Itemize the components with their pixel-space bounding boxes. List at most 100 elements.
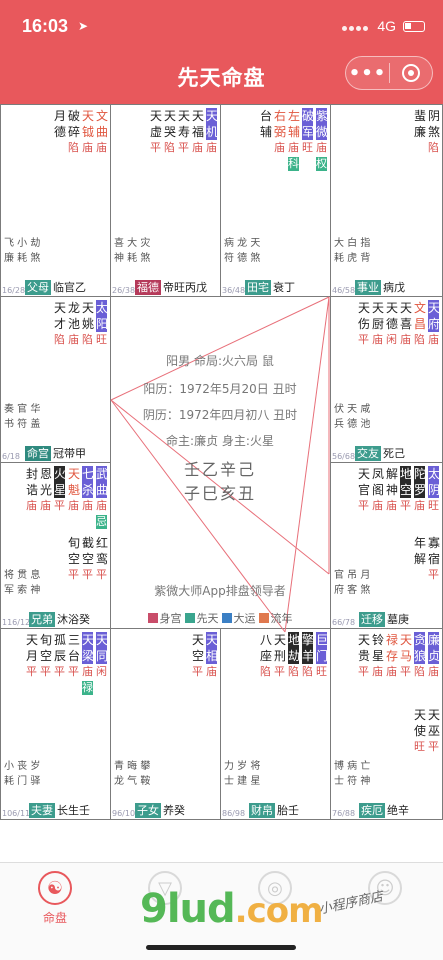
star[interactable]: 恩光庙 <box>40 466 52 529</box>
star[interactable]: 天姚陷 <box>82 300 94 347</box>
star[interactable]: 火星平 <box>54 466 66 529</box>
star[interactable]: 天府庙 <box>428 300 440 347</box>
star[interactable]: 天巫平 <box>428 707 440 754</box>
star[interactable]: 太阳旺 <box>96 300 108 347</box>
star[interactable]: 台辅 <box>260 108 272 171</box>
star[interactable]: 陀罗庙 <box>414 466 426 513</box>
star[interactable]: 天虚平 <box>150 108 162 155</box>
star[interactable]: 廉贞庙 <box>428 632 440 679</box>
star[interactable]: 蜚廉 <box>414 108 426 155</box>
star[interactable]: 文昌陷 <box>414 300 426 347</box>
star[interactable]: 禄存庙 <box>386 632 398 679</box>
star[interactable]: 天月平 <box>26 632 38 695</box>
star[interactable]: 天福庙 <box>192 108 204 155</box>
star[interactable]: 天德闲 <box>386 300 398 347</box>
palace-cell[interactable]: 天同闲天梁庙禄三台平孤辰平旬空平天月平小 丧 岁耗 门 驿 106/118 夫妻 长生… <box>0 628 111 820</box>
home-indicator[interactable] <box>146 945 296 950</box>
star[interactable]: 天喜庙 <box>400 300 412 347</box>
spirit-row: 官 吊 月 <box>334 570 371 581</box>
star[interactable]: 寡宿平 <box>428 535 440 582</box>
star[interactable]: 地空平 <box>400 466 412 513</box>
palace-label[interactable]: 福德 帝旺丙戊 <box>135 280 207 295</box>
tab-chart[interactable]: ☯ 命盘 <box>20 871 90 926</box>
palace-label[interactable]: 迁移 墓庚 <box>359 612 409 627</box>
star[interactable]: 孤辰平 <box>54 632 66 695</box>
star[interactable]: 截空平 <box>82 535 94 582</box>
star[interactable]: 文曲庙 <box>96 108 108 155</box>
star[interactable]: 解神庙 <box>386 466 398 513</box>
star[interactable]: 天机庙 <box>206 108 218 155</box>
star[interactable]: 旬空平 <box>68 535 80 582</box>
star[interactable]: 紫微庙权 <box>316 108 328 171</box>
star[interactable]: 右弼庙 <box>274 108 286 171</box>
star[interactable]: 凤阁庙 <box>372 466 384 513</box>
star[interactable]: 天使旺 <box>414 707 426 754</box>
star[interactable]: 天空平 <box>192 632 204 679</box>
star[interactable]: 天厨庙 <box>372 300 384 347</box>
chart-legend: 身宫 先天 大运 流年 <box>111 610 329 626</box>
star[interactable]: 天伤平 <box>358 300 370 347</box>
star[interactable]: 破碎陷 <box>68 108 80 155</box>
star[interactable]: 太阴旺 <box>428 466 440 513</box>
star[interactable]: 擎羊陷 <box>302 632 314 679</box>
palace-cell[interactable]: 武曲庙忌七杀庙天魁庙火星平恩光庙封诰庙红鸾平截空平旬空平将 贯 息军 索 神 11… <box>0 462 111 629</box>
star[interactable]: 天刑平 <box>274 632 286 679</box>
palace-cell[interactable]: 天府庙文昌陷天喜庙天德闲天厨庙天伤平伏 天 咸兵 德 池 56/68 交友 死己 <box>330 296 443 463</box>
star[interactable]: 天马平 <box>400 632 412 679</box>
star[interactable]: 破军旺 <box>302 108 314 171</box>
legend-item[interactable]: 身宫 <box>147 610 182 626</box>
palace-cell[interactable]: 阴煞陷蜚廉大 白 指耗 虎 背 46/58 事业 病戊 <box>330 104 443 297</box>
star[interactable]: 巨门旺 <box>316 632 328 679</box>
star-name: 地劫 <box>288 632 301 664</box>
palace-label[interactable]: 疾厄 绝辛 <box>359 803 409 818</box>
palace-label[interactable]: 交友 死己 <box>355 446 405 461</box>
palace-label[interactable]: 子女 养癸 <box>135 803 185 818</box>
star[interactable]: 武曲庙忌 <box>96 466 108 529</box>
palace-cell[interactable]: 廉贞庙贪狼陷天马平禄存庙铃星庙天贵平天巫平天使旺博 病 亡士 符 神 76/88 疾… <box>330 628 443 820</box>
legend-item[interactable]: 大运 <box>221 610 256 626</box>
more-button[interactable]: ••• <box>346 63 389 84</box>
star[interactable]: 天相庙 <box>206 632 218 679</box>
palace-label[interactable]: 夫妻 长生壬 <box>29 803 90 818</box>
star[interactable]: 七杀庙 <box>82 466 94 529</box>
star[interactable]: 天才陷 <box>54 300 66 347</box>
star[interactable]: 天钺庙 <box>82 108 94 155</box>
palace-cell[interactable]: 紫微庙权破军旺左辅庙科右弼庙台辅病 龙 天符 德 煞 36/48 田宅 衰丁 <box>220 104 331 297</box>
legend-item[interactable]: 先天 <box>184 610 219 626</box>
star[interactable]: 天寿平 <box>178 108 190 155</box>
star[interactable]: 八座陷 <box>260 632 272 679</box>
star[interactable]: 封诰庙 <box>26 466 38 529</box>
star-brightness: 平 <box>150 141 161 154</box>
palace-label[interactable]: 父母 临官乙 <box>25 280 86 295</box>
star[interactable]: 铃星庙 <box>372 632 384 679</box>
star[interactable]: 天梁庙禄 <box>82 632 94 695</box>
star[interactable]: 天同闲 <box>96 632 108 695</box>
star[interactable]: 三台平 <box>68 632 80 695</box>
palace-label[interactable]: 兄弟 沐浴癸 <box>29 612 90 627</box>
star[interactable]: 天官平 <box>358 466 370 513</box>
star[interactable]: 年解 <box>414 535 426 582</box>
palace-cell[interactable]: 文曲庙天钺庙破碎陷月德飞 小 劫廉 耗 煞 16/28 父母 临官乙 <box>0 104 111 297</box>
legend-item[interactable]: 流年 <box>258 610 293 626</box>
palace-cell[interactable]: 巨门旺擎羊陷地劫陷天刑平八座陷力 岁 将士 建 星 86/98 财帛 胎壬 <box>220 628 331 820</box>
palace-label[interactable]: 财帛 胎壬 <box>249 803 299 818</box>
star[interactable]: 贪狼陷 <box>414 632 426 679</box>
star[interactable]: 天哭陷 <box>164 108 176 155</box>
star[interactable]: 天魁庙 <box>68 466 80 529</box>
star[interactable]: 左辅庙科 <box>288 108 300 171</box>
star[interactable]: 旬空平 <box>40 632 52 695</box>
star[interactable]: 阴煞陷 <box>428 108 440 155</box>
star[interactable]: 龙池庙 <box>68 300 80 347</box>
palace-cell[interactable]: 天机庙天福庙天寿平天哭陷天虚平喜 大 灾神 耗 煞 26/38 福德 帝旺丙戊 <box>110 104 221 297</box>
palace-cell[interactable]: 天相庙天空平青 晦 攀龙 气 鞍 96/108 子女 养癸 <box>110 628 221 820</box>
close-button[interactable] <box>390 64 432 82</box>
palace-cell[interactable]: 太阴旺陀罗庙地空平解神庙凤阁庙天官平寡宿平年解官 吊 月府 客 煞 66/78 迁移… <box>330 462 443 629</box>
palace-label[interactable]: 命宫 冠带甲 <box>25 446 86 461</box>
palace-label[interactable]: 田宅 衰丁 <box>245 280 295 295</box>
palace-label[interactable]: 事业 病戊 <box>355 280 405 295</box>
star[interactable]: 天贵平 <box>358 632 370 679</box>
palace-cell[interactable]: 太阳旺天姚陷龙池庙天才陷奏 官 华书 符 盖 6/18 命宫 冠带甲 <box>0 296 111 463</box>
star[interactable]: 地劫陷 <box>288 632 301 679</box>
star[interactable]: 月德 <box>54 108 66 155</box>
star[interactable]: 红鸾平 <box>96 535 108 582</box>
